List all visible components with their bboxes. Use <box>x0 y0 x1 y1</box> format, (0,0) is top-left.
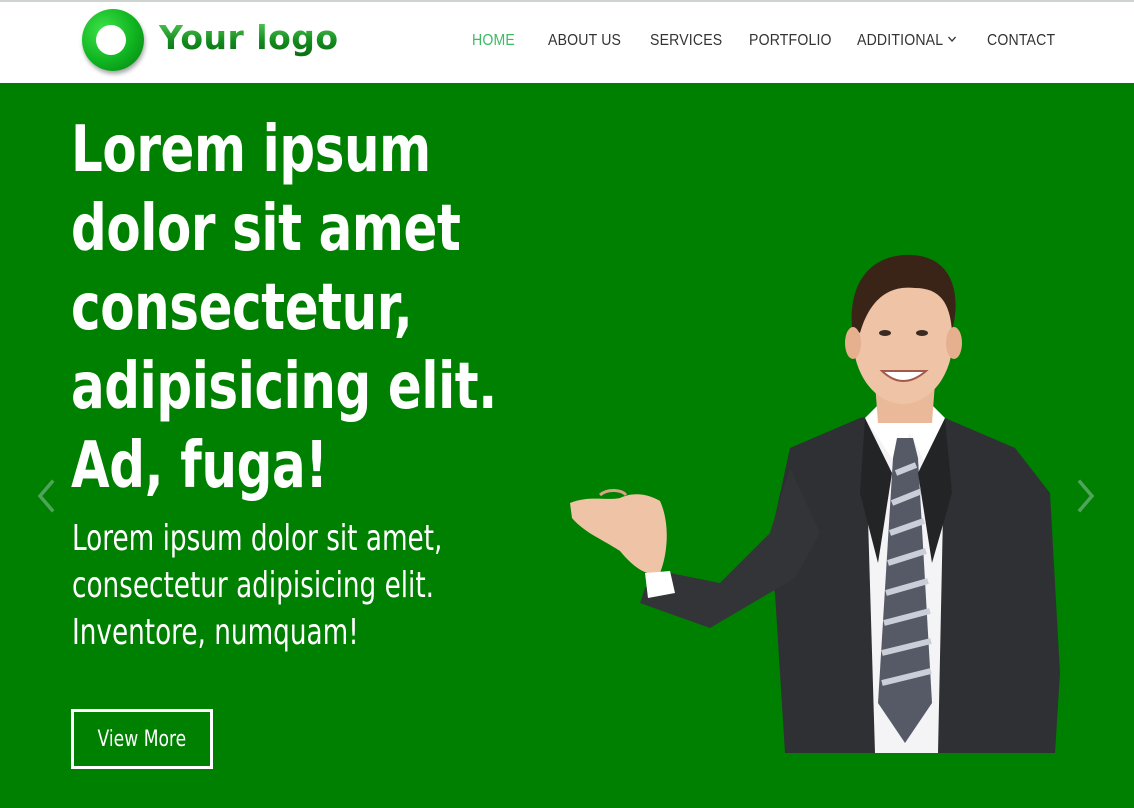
carousel-next-button[interactable] <box>1072 476 1102 516</box>
chevron-down-icon <box>948 34 957 46</box>
nav-about-us[interactable]: ABOUT US <box>548 32 621 50</box>
nav-additional[interactable]: ADDITIONAL <box>857 32 957 50</box>
nav-additional-label: ADDITIONAL <box>857 32 944 49</box>
nav-contact[interactable]: CONTACT <box>987 32 1055 50</box>
carousel-prev-button[interactable] <box>30 476 60 516</box>
hero-title: Lorem ipsum dolor sit amet consectetur, … <box>71 113 497 503</box>
chevron-right-icon <box>1077 479 1095 513</box>
nav-services[interactable]: SERVICES <box>650 32 722 50</box>
logo-circle-icon <box>82 9 144 71</box>
logo-text: Your logo <box>159 18 339 57</box>
nav-portfolio[interactable]: PORTFOLIO <box>749 32 832 50</box>
hero-carousel: Lorem ipsum dolor sit amet consectetur, … <box>0 83 1134 808</box>
site-header: Your logo HOME ABOUT US SERVICES PORTFOL… <box>0 0 1134 83</box>
view-more-button[interactable]: View More <box>71 709 213 769</box>
view-more-label: View More <box>97 726 187 752</box>
hero-person-image <box>570 254 1060 753</box>
hero-subtitle: Lorem ipsum dolor sit amet, consectetur … <box>72 518 443 653</box>
nav-home[interactable]: HOME <box>472 32 515 50</box>
site-logo[interactable]: Your logo <box>80 6 340 76</box>
chevron-left-icon <box>37 479 55 513</box>
